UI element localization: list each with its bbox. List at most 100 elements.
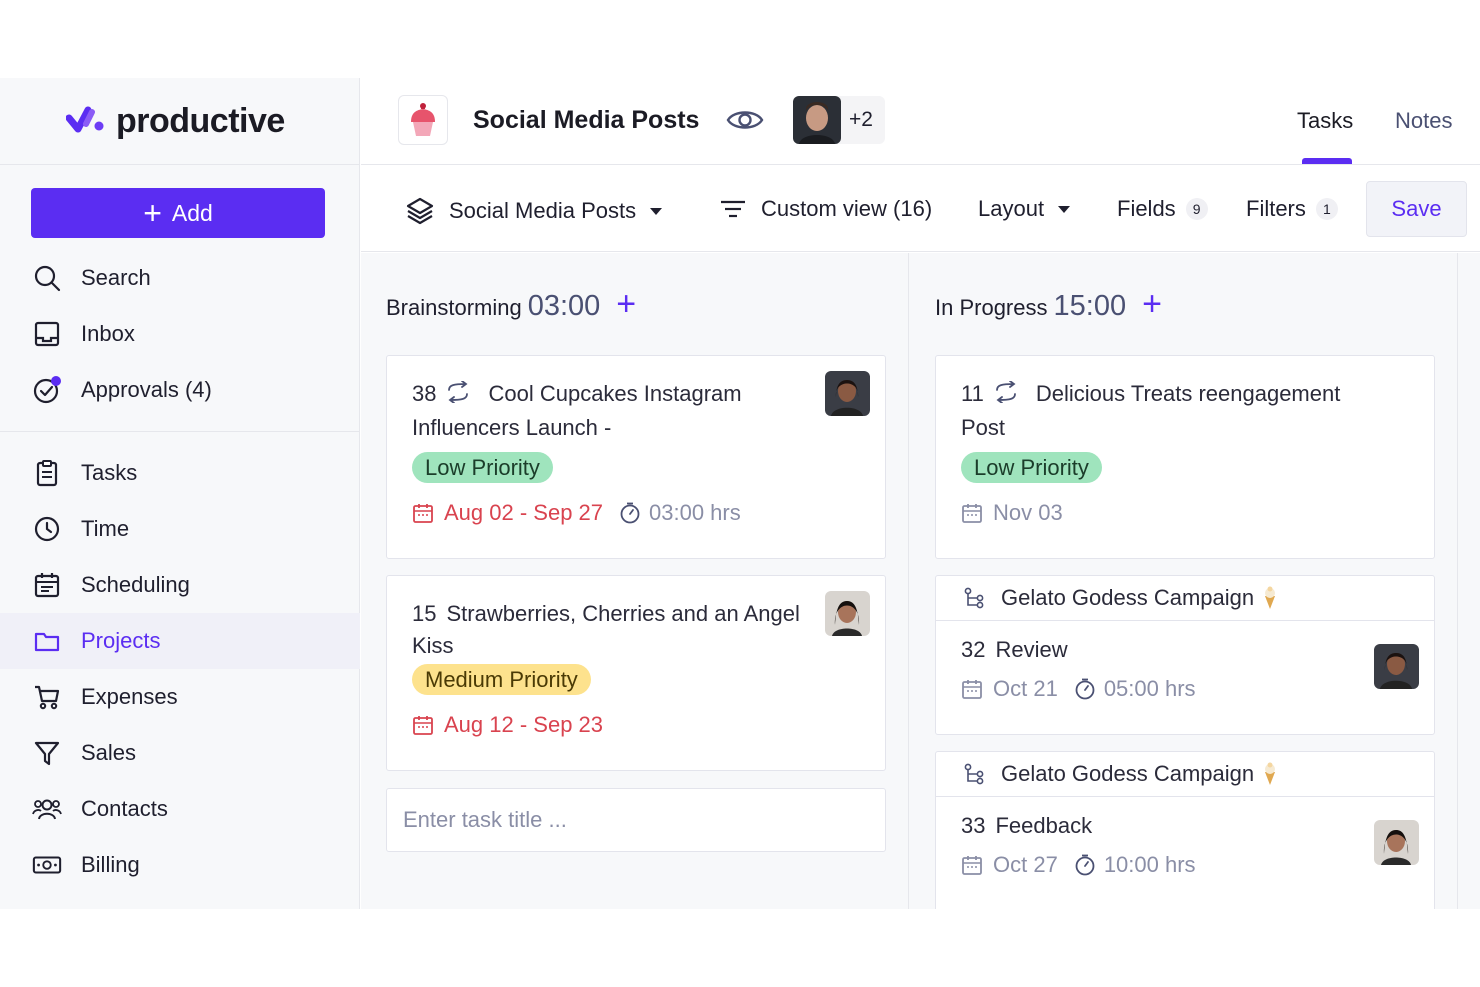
task-title: 11 Delicious Treats reengagement Post	[961, 378, 1361, 444]
active-tab-indicator	[1302, 158, 1352, 164]
contacts-icon	[32, 794, 62, 824]
fields-label: Fields	[1117, 196, 1176, 221]
logo-text: productive	[116, 101, 285, 140]
task-meta: Oct 27 10:00 hrs	[961, 852, 1196, 878]
search-icon	[32, 263, 62, 293]
board-select-label: Social Media Posts	[449, 198, 637, 223]
money-icon	[32, 850, 62, 880]
sidebar-item-contacts[interactable]: Contacts	[0, 781, 360, 837]
task-number: 38	[412, 381, 437, 406]
project-header: Social Media Posts +2 Tasks Notes	[361, 78, 1480, 165]
task-meta: Aug 12 - Sep 23	[412, 712, 603, 738]
task-dates: Nov 03	[993, 500, 1063, 525]
priority-tag: Medium Priority	[412, 664, 591, 695]
chevron-down-icon	[1058, 205, 1071, 213]
avatar	[825, 371, 870, 416]
task-title-text: Strawberries, Cherries and an Angel Kiss	[412, 601, 800, 658]
filters-label: Filters	[1246, 196, 1306, 221]
sidebar-item-label: Time	[81, 516, 130, 541]
save-button[interactable]: Save	[1366, 181, 1467, 237]
cart-icon	[32, 682, 62, 712]
task-number: 15	[412, 601, 437, 626]
task-title-text: Review	[995, 637, 1068, 662]
sidebar-item-search[interactable]: Search	[0, 250, 360, 306]
sidebar-item-label: Expenses	[81, 684, 178, 709]
filters-button[interactable]: Filters 1	[1246, 196, 1338, 222]
task-card[interactable]: 11 Delicious Treats reengagement Post Low…	[935, 355, 1435, 559]
app-window: productive + Add Search Inbox Approvals …	[0, 78, 1480, 909]
task-dates: Oct 27	[993, 852, 1058, 877]
task-title: 33 Feedback	[961, 810, 1361, 842]
project-members[interactable]: +2	[793, 96, 885, 144]
clipboard-icon	[32, 458, 62, 488]
task-number: 32	[961, 637, 986, 662]
parent-task-header[interactable]: Gelato Godess Campaign	[936, 576, 1434, 621]
folder-icon	[32, 626, 62, 656]
fields-count-badge: 9	[1185, 198, 1208, 220]
task-hours-text: 10:00 hrs	[1103, 852, 1196, 877]
column-header: In Progress 15:00 +	[935, 287, 1162, 323]
stopwatch-icon	[1074, 678, 1096, 700]
layout-label: Layout	[978, 196, 1045, 221]
new-task-title-input[interactable]	[386, 788, 886, 852]
task-title-text: Feedback	[995, 813, 1093, 838]
column-time-total: 03:00	[527, 290, 601, 322]
task-dates: Oct 21	[993, 676, 1058, 701]
task-card[interactable]: Gelato Godess Campaign 32 Review Oct 21 0…	[935, 575, 1435, 735]
task-dates: Aug 02 - Sep 27	[444, 500, 604, 525]
sidebar-divider	[0, 431, 360, 432]
ice-cream-icon	[1262, 586, 1278, 610]
members-more-count: +2	[849, 108, 873, 131]
parent-task-name: Gelato Godess Campaign	[1001, 761, 1255, 786]
parent-task-name: Gelato Godess Campaign	[1001, 585, 1255, 610]
sidebar-item-label: Projects	[81, 628, 161, 653]
sidebar-item-billing[interactable]: Billing	[0, 837, 360, 893]
fields-button[interactable]: Fields 9	[1117, 196, 1208, 222]
eye-icon[interactable]	[726, 106, 764, 139]
add-button[interactable]: + Add	[31, 188, 325, 238]
project-title: Social Media Posts	[473, 106, 700, 134]
tab-notes[interactable]: Notes	[1395, 108, 1452, 134]
sidebar-item-scheduling[interactable]: Scheduling	[0, 557, 360, 613]
sidebar-main-nav: Tasks Time Scheduling Projects Expenses …	[0, 445, 360, 893]
task-card[interactable]: Gelato Godess Campaign 33 Feedback Oct 27…	[935, 751, 1435, 909]
sidebar-item-time[interactable]: Time	[0, 501, 360, 557]
task-hours: 10:00 hrs	[1074, 852, 1196, 878]
parent-task-header[interactable]: Gelato Godess Campaign	[936, 752, 1434, 797]
sidebar-item-approvals[interactable]: Approvals (4)	[0, 362, 360, 418]
logo[interactable]: productive	[0, 78, 359, 165]
task-title: 32 Review	[961, 634, 1361, 666]
task-meta: Oct 21 05:00 hrs	[961, 676, 1196, 702]
sidebar-item-label: Scheduling	[81, 572, 190, 597]
sidebar-item-projects[interactable]: Projects	[0, 613, 360, 669]
task-title-text: Delicious Treats reengagement Post	[961, 381, 1341, 440]
board-select-dropdown[interactable]: Social Media Posts	[405, 196, 663, 226]
task-card[interactable]: 15 Strawberries, Cherries and an Angel Ki…	[386, 575, 886, 771]
board-toolbar: Social Media Posts Custom view (16) Layo…	[361, 166, 1480, 252]
custom-view-button[interactable]: Custom view (16)	[719, 196, 932, 222]
tab-tasks[interactable]: Tasks	[1297, 108, 1353, 134]
sidebar-item-label: Contacts	[81, 796, 168, 821]
subtask-icon	[963, 763, 985, 785]
add-task-icon[interactable]: +	[1142, 287, 1162, 321]
avatar	[793, 96, 841, 144]
add-task-icon[interactable]: +	[616, 287, 636, 321]
sidebar-item-sales[interactable]: Sales	[0, 725, 360, 781]
column-name: Brainstorming	[386, 295, 522, 320]
funnel-icon	[32, 738, 62, 768]
cupcake-icon[interactable]	[398, 95, 448, 145]
sidebar-top-nav: Search Inbox Approvals (4)	[0, 250, 360, 418]
ice-cream-icon	[1262, 762, 1278, 786]
kanban-board: Brainstorming 03:00 + 38 Cool Cupcakes In…	[361, 253, 1480, 909]
sidebar-item-inbox[interactable]: Inbox	[0, 306, 360, 362]
layout-dropdown[interactable]: Layout	[978, 196, 1071, 222]
board-column-in-progress: In Progress 15:00 + 11 Delicious Treats r…	[910, 253, 1458, 909]
add-button-label: Add	[171, 199, 213, 226]
clock-icon	[32, 514, 62, 544]
sidebar-item-label: Billing	[81, 852, 140, 877]
task-number: 33	[961, 813, 986, 838]
sort-lines-icon	[719, 198, 747, 220]
task-card[interactable]: 38 Cool Cupcakes Instagram Influencers La…	[386, 355, 886, 559]
sidebar-item-expenses[interactable]: Expenses	[0, 669, 360, 725]
sidebar-item-tasks[interactable]: Tasks	[0, 445, 360, 501]
